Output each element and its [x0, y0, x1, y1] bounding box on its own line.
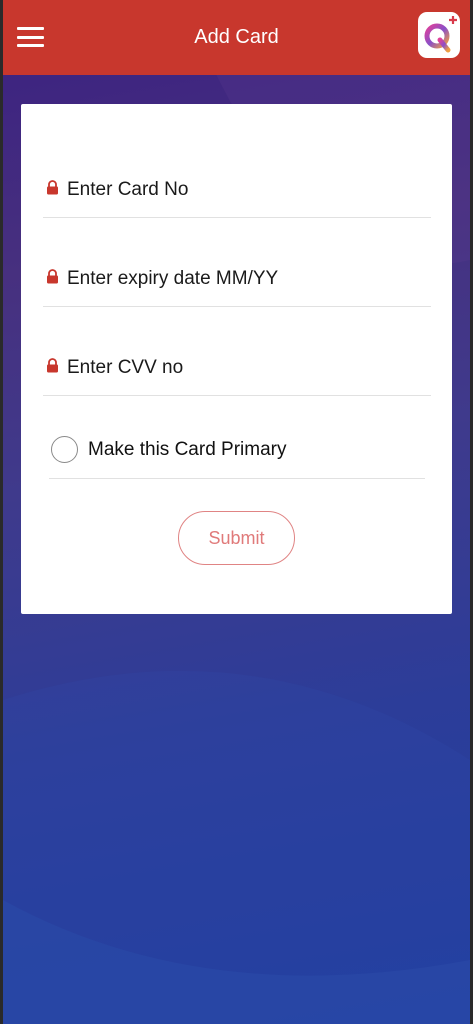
primary-option-label: Make this Card Primary	[88, 439, 287, 460]
app-screen: Add Card Enter Card No Enter expiry date…	[3, 0, 470, 1024]
expiry-date-field	[43, 266, 431, 307]
make-primary-option[interactable]: Make this Card Primary	[49, 430, 425, 479]
cvv-field	[43, 355, 431, 396]
cvv-input[interactable]	[67, 355, 427, 381]
card-number-input[interactable]	[67, 177, 427, 203]
lock-icon	[47, 269, 58, 284]
primary-radio-button[interactable]	[51, 436, 78, 463]
card-number-field	[43, 177, 431, 218]
app-logo[interactable]	[418, 12, 460, 58]
lock-icon	[47, 358, 58, 373]
submit-button[interactable]: Submit	[178, 511, 295, 565]
add-card-form: Make this Card Primary Submit	[21, 104, 452, 614]
app-header: Add Card	[3, 0, 470, 75]
q-plus-logo-icon	[424, 16, 457, 53]
expiry-date-input[interactable]	[67, 266, 427, 292]
lock-icon	[47, 180, 58, 195]
page-title: Add Card	[194, 26, 279, 48]
